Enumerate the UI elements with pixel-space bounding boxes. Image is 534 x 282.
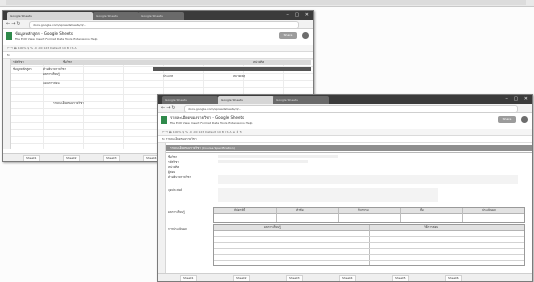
front-row-divider <box>214 254 524 255</box>
front-column-header[interactable]: หัวข้อ <box>296 208 304 212</box>
back-url-field[interactable]: docs.google.com/spreadsheets/d/... <box>29 21 299 29</box>
front-field-label[interactable]: ผู้สอน <box>168 170 175 174</box>
front-nav-icons[interactable]: ←→↻ <box>161 104 177 112</box>
front-toolbar[interactable]: ↶ ↷ 🖶 100% $ % .0 .00 123 Default 10 B I… <box>158 129 532 136</box>
back-tab-bar: Google Sheets Google Sheets Google Sheet… <box>3 11 313 20</box>
back-row-headers <box>3 59 11 149</box>
front-column-header[interactable]: สื่อ <box>420 208 424 212</box>
front-row-divider <box>214 236 524 237</box>
front-url-field[interactable]: docs.google.com/spreadsheets/d/... <box>184 105 518 113</box>
back-doc-title[interactable]: ข้อมูลหลักสูตร - Google Sheets <box>15 30 73 37</box>
front-row-headers <box>158 143 166 274</box>
front-window-controls[interactable]: – ▢ ✕ <box>505 96 530 103</box>
front-field-label[interactable]: รหัสวิชา <box>168 160 179 164</box>
back-sheet-tab[interactable]: Sheet3 <box>103 155 120 161</box>
front-address-bar: ←→↻ docs.google.com/spreadsheets/d/... <box>158 104 532 113</box>
front-tab-bar: Google Sheets Google Sheets Google Sheet… <box>158 95 532 104</box>
front-field-value[interactable] <box>218 188 438 202</box>
back-cell[interactable]: ข้อมูลหลักสูตร <box>13 67 32 71</box>
front-field-label[interactable]: การประเมินผล <box>168 227 187 231</box>
back-toolbar[interactable]: ↶ ↷ 🖶 100% $ % .0 .00 123 Default 10 B I… <box>3 45 313 52</box>
front-column-header[interactable]: สัปดาห์ที่ <box>234 208 245 212</box>
front-field-label[interactable]: คำอธิบายรายวิชา <box>168 175 191 179</box>
top-strip <box>0 0 534 7</box>
front-divider <box>166 152 532 153</box>
front-tab-3[interactable]: Google Sheets <box>273 96 329 104</box>
front-sheet-tab[interactable]: Sheet2 <box>233 275 250 281</box>
front-column-header[interactable]: ประเมินผล <box>482 208 496 212</box>
back-share-button[interactable]: Share <box>279 32 297 39</box>
top-strip-bar <box>6 0 526 5</box>
front-field-value[interactable] <box>218 175 518 184</box>
front-avatar[interactable] <box>521 116 528 123</box>
sheets-logo-icon <box>6 32 12 40</box>
front-sheet-tab[interactable]: Sheet1 <box>180 275 197 281</box>
front-col-divider <box>462 208 463 222</box>
back-cell[interactable]: ประเภท <box>163 74 173 78</box>
front-formula-bar[interactable]: fx รายละเอียดของรายวิชา <box>158 136 532 143</box>
front-field-label[interactable]: หน่วยกิต <box>168 165 179 169</box>
back-menu-bar[interactable]: File Edit View Insert Format Data Tools … <box>15 37 97 41</box>
back-cell[interactable]: รายละเอียดของรายวิชา <box>53 101 84 105</box>
front-column-header[interactable]: ผลการเรียนรู้ <box>264 225 281 229</box>
back-doc-header: ข้อมูลหลักสูตร - Google Sheets File Edit… <box>3 29 313 45</box>
front-field-value[interactable] <box>218 160 308 163</box>
front-doc-header: รายละเอียดของรายวิชา - Google Sheets Fil… <box>158 113 532 129</box>
back-cell[interactable]: หมายเหตุ <box>233 74 245 78</box>
front-tab-2[interactable]: Google Sheets <box>218 96 274 104</box>
back-cell[interactable]: คำอธิบายรายวิชา <box>43 67 66 71</box>
back-selected-row <box>153 67 311 71</box>
back-tab-2[interactable]: Google Sheets <box>93 12 139 20</box>
back-tab-3[interactable]: Google Sheets <box>138 12 184 20</box>
front-field-label[interactable]: จุดประสงค์ <box>168 188 182 192</box>
back-tab-1[interactable]: Google Sheets <box>7 12 93 20</box>
back-cell[interactable]: แผนการสอน <box>43 81 60 85</box>
front-field-label[interactable]: ชื่อวิชา <box>168 155 177 159</box>
back-sheet-tab[interactable]: Sheet2 <box>63 155 80 161</box>
back-address-bar: ←→↻ docs.google.com/spreadsheets/d/... <box>3 20 313 29</box>
front-col-divider <box>369 225 370 265</box>
front-sheet-tab[interactable]: Sheet3 <box>286 275 303 281</box>
back-nav-icons[interactable]: ←→↻ <box>6 20 22 28</box>
front-share-button[interactable]: Share <box>498 116 516 123</box>
sheets-logo-icon <box>161 116 167 124</box>
front-col-divider <box>338 208 339 222</box>
front-row-divider <box>214 248 524 249</box>
front-field-label[interactable]: ผลการเรียนรู้ <box>168 210 185 214</box>
front-window[interactable]: Google Sheets Google Sheets Google Sheet… <box>157 94 533 282</box>
back-avatar[interactable] <box>302 32 309 39</box>
back-cell[interactable]: รหัสวิชา <box>13 60 24 64</box>
back-cell[interactable]: หน่วยกิต <box>253 60 264 64</box>
back-header-row <box>11 60 311 65</box>
front-sheet-tab[interactable]: Sheet5 <box>392 275 409 281</box>
back-cell[interactable]: ชื่อวิชา <box>63 60 72 64</box>
front-doc-title[interactable]: รายละเอียดของรายวิชา - Google Sheets <box>170 114 244 121</box>
front-field-value[interactable] <box>218 155 338 158</box>
front-sheet-tab[interactable]: Sheet6 <box>445 275 462 281</box>
front-tab-1[interactable]: Google Sheets <box>162 96 218 104</box>
front-sheet-grid[interactable]: รายละเอียดของรายวิชา (Course Specificati… <box>158 143 532 274</box>
front-table-header <box>214 208 524 214</box>
back-formula-bar[interactable]: fx <box>3 52 313 59</box>
back-window-controls[interactable]: – ▢ ✕ <box>286 12 311 19</box>
back-sheet-tab[interactable]: Sheet1 <box>23 155 40 161</box>
front-row-divider <box>214 260 524 261</box>
front-sheet-tabs: Sheet1 Sheet2 Sheet3 Sheet4 Sheet5 Sheet… <box>158 273 532 281</box>
front-section-title[interactable]: รายละเอียดของรายวิชา (Course Specificati… <box>166 145 532 151</box>
front-column-header[interactable]: วิธีการสอน <box>424 225 438 229</box>
front-col-divider <box>276 208 277 222</box>
back-cell[interactable]: ผลการเรียนรู้ <box>43 72 60 76</box>
front-outcome-table: ผลการเรียนรู้ วิธีการสอน <box>213 224 525 266</box>
front-schedule-table: สัปดาห์ที่ หัวข้อ กิจกรรม สื่อ ประเมินผล <box>213 207 525 223</box>
front-menu-bar[interactable]: File Edit View Insert Format Data Tools … <box>170 121 252 125</box>
front-column-header[interactable]: กิจกรรม <box>358 208 369 212</box>
front-sheet-tab[interactable]: Sheet4 <box>339 275 356 281</box>
front-row-divider <box>214 242 524 243</box>
front-col-divider <box>400 208 401 222</box>
